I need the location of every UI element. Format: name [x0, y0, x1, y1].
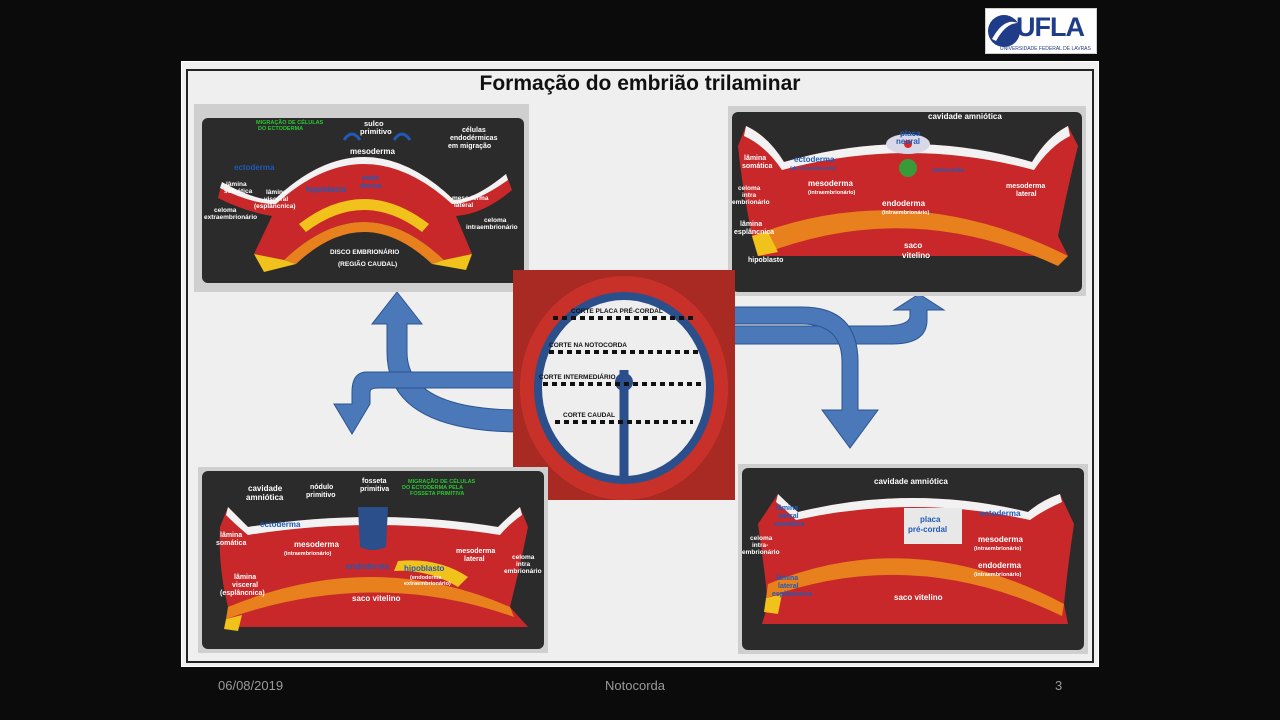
- svg-text:hipoblasto: hipoblasto: [306, 185, 347, 194]
- svg-text:mesoderma: mesoderma: [978, 535, 1023, 544]
- panel-prechordal-plate-section: cavidade amniótica lâmina lateral somática…: [738, 464, 1088, 654]
- svg-text:mesoderma: mesoderma: [294, 540, 339, 549]
- footer-page-number: 3: [1055, 678, 1063, 693]
- svg-text:(intraembrionário): (intraembrionário): [882, 210, 930, 216]
- svg-text:ectoderma: ectoderma: [234, 163, 275, 172]
- panel-primitive-node-section: cavidade amniótica nódulo primitivo fosset…: [198, 467, 548, 653]
- svg-text:cavidade amniótica: cavidade amniótica: [874, 477, 948, 486]
- svg-text:ectoderma: ectoderma: [980, 509, 1021, 518]
- svg-text:CORTE INTERMEDIÁRIO: CORTE INTERMEDIÁRIO: [539, 372, 616, 381]
- svg-text:nóduloprimitivo: nódulo primitivo: [306, 484, 336, 499]
- svg-text:notocorda: notocorda: [932, 167, 964, 174]
- svg-text:ectoderma: ectoderma: [794, 155, 835, 164]
- footer-date: 06/08/2019: [218, 678, 284, 693]
- footer-title: Notocorda: [605, 678, 665, 693]
- university-logo: UFLA UNIVERSIDADE FEDERAL DE LAVRAS: [985, 8, 1097, 54]
- svg-text:saco vitelino: saco vitelino: [352, 594, 401, 603]
- svg-text:(intraembrionário): (intraembrionário): [808, 190, 856, 196]
- svg-text:mesoderma: mesoderma: [808, 179, 853, 188]
- svg-text:saco vitelino: saco vitelino: [894, 593, 943, 602]
- svg-text:lâminasomática: lâmina somática: [216, 532, 246, 547]
- svg-text:endoderma: endoderma: [360, 175, 381, 190]
- svg-text:endoderma: endoderma: [978, 561, 1022, 570]
- svg-text:hipoblasto: hipoblasto: [404, 564, 445, 573]
- svg-text:ectoderma: ectoderma: [260, 520, 301, 529]
- logo-subtitle: UNIVERSIDADE FEDERAL DE LAVRAS: [1000, 46, 1091, 52]
- panel-embryo-overview: CORTE PLACA PRÉ-CORDAL CORTE NA NOTOCORD…: [513, 270, 735, 500]
- svg-text:placaneural: placa neural: [896, 129, 921, 146]
- svg-text:hipoblasto: hipoblasto: [748, 257, 783, 264]
- logo-text: UFLA: [1016, 12, 1085, 42]
- svg-text:endoderma: endoderma: [882, 199, 926, 208]
- svg-text:(intraembrionário): (intraembrionário): [974, 572, 1022, 578]
- svg-text:(intraembrionário): (intraembrionário): [284, 551, 332, 557]
- svg-text:CORTE NA NOTOCORDA: CORTE NA NOTOCORDA: [549, 342, 627, 349]
- svg-text:endoderma: endoderma: [346, 562, 390, 571]
- slide: Formação do embrião trilaminar MIGRAÇÃO …: [181, 61, 1099, 667]
- svg-text:mesoderma: mesoderma: [350, 147, 395, 156]
- svg-text:CORTE PLACA PRÉ-CORDAL: CORTE PLACA PRÉ-CORDAL: [571, 306, 663, 315]
- svg-text:(intraembrionário): (intraembrionário): [974, 546, 1022, 552]
- svg-text:CORTE CAUDAL: CORTE CAUDAL: [563, 412, 615, 419]
- svg-text:fossetaprimitiva: fosseta primitiva: [360, 478, 389, 493]
- svg-text:cavidadeamniótica: cavidade amniótica: [246, 484, 284, 502]
- panel-caudal-section: MIGRAÇÃO DE CÉLULAS DO ECTODERMA sulco pri…: [194, 104, 529, 292]
- svg-text:(de revestimento): (de revestimento): [790, 166, 836, 172]
- panel-notochord-section: cavidade amniótica placa neural notocorda…: [728, 106, 1086, 296]
- arrow-up-left-icon: [370, 291, 523, 433]
- tr-cavidade: cavidade amniótica: [928, 112, 1002, 121]
